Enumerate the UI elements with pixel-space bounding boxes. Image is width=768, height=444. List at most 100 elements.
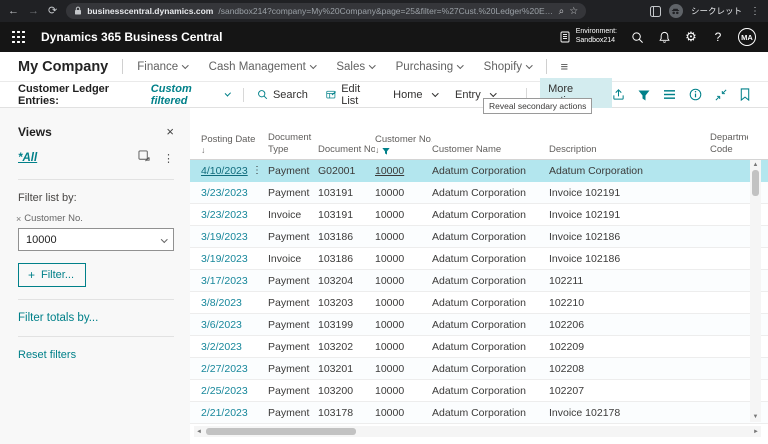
document-no-cell: 103178 [318, 406, 354, 419]
view-all-link[interactable]: *All [18, 152, 37, 164]
table-row[interactable]: 3/8/2023 ⋮ Payment 103203 10000 Adatum C… [190, 292, 768, 314]
table-row[interactable]: 3/19/2023 ⋮ Payment 103186 10000 Adatum … [190, 226, 768, 248]
table-row[interactable]: 2/25/2023 ⋮ Payment 103200 10000 Adatum … [190, 380, 768, 402]
description-cell: Adatum Corporation [549, 164, 643, 177]
customer-no-cell: 10000 [375, 406, 405, 419]
scroll-left-icon[interactable]: ◄ [194, 429, 204, 435]
table-row[interactable]: 3/2/2023 ⋮ Payment 103202 10000 Adatum C… [190, 336, 768, 358]
table-row[interactable]: 3/17/2023 ⋮ Payment 103204 10000 Adatum … [190, 270, 768, 292]
posting-date-link[interactable]: 2/21/2023 [201, 407, 248, 419]
home-menu-button[interactable]: Home [393, 89, 438, 101]
search-button[interactable]: Search [257, 89, 308, 101]
environment-text: Environment: Sandbox214 [576, 28, 617, 46]
vertical-scrollbar[interactable]: ▲ ▼ [750, 160, 761, 422]
nav-menu-item[interactable]: Sales [336, 61, 376, 73]
environment-value: Sandbox214 [575, 37, 616, 44]
posting-date-link[interactable]: 3/17/2023 [201, 275, 248, 287]
search-icon[interactable] [630, 30, 644, 44]
app-launcher-icon[interactable] [12, 30, 25, 44]
side-panel-icon[interactable] [649, 5, 661, 17]
scroll-down-icon[interactable]: ▼ [753, 412, 759, 422]
collapse-icon[interactable] [715, 89, 727, 101]
nav-menu-item[interactable]: Shopify [484, 61, 533, 73]
table-row[interactable]: 2/27/2023 ⋮ Payment 103201 10000 Adatum … [190, 358, 768, 380]
customer-name-cell: Adatum Corporation [432, 164, 526, 177]
customer-no-input[interactable] [26, 233, 157, 246]
search-button-label: Search [272, 88, 308, 101]
chevron-down-icon[interactable] [160, 235, 167, 243]
environment-switcher[interactable]: Environment: Sandbox214 [558, 28, 617, 46]
help-icon[interactable]: ? [711, 30, 725, 44]
share-icon[interactable] [612, 88, 625, 101]
scroll-up-icon[interactable]: ▲ [753, 160, 759, 170]
posting-date-link[interactable]: 3/19/2023 [201, 231, 248, 243]
bookmark-star-icon[interactable]: ☆ [569, 6, 578, 17]
address-bar[interactable]: businesscentral.dynamics.com/sandbox214?… [66, 3, 587, 19]
user-avatar[interactable]: MA [738, 28, 756, 46]
search-icon [258, 90, 268, 100]
reset-filters-link[interactable]: Reset filters [18, 349, 174, 361]
browser-forward-button[interactable]: → [28, 5, 39, 17]
horizontal-scroll-thumb[interactable] [206, 428, 356, 435]
posting-date-link[interactable]: 3/23/2023 [201, 187, 248, 199]
nav-more-icon[interactable]: ≡ [561, 59, 569, 74]
col-document-no[interactable]: Document No. [318, 144, 375, 156]
browser-refresh-button[interactable]: ⟳ [48, 5, 57, 17]
table-row[interactable]: 4/10/2023 ⋮ Payment G02001 10000 Adatum … [190, 160, 768, 182]
chevron-down-icon [489, 89, 497, 97]
filter-totals-link[interactable]: Filter totals by... [18, 312, 174, 324]
posting-date-link[interactable]: 3/6/2023 [201, 319, 242, 331]
col-posting-date[interactable]: Posting Date ↓ [201, 134, 268, 157]
table-row[interactable]: 3/19/2023 ⋮ Invoice 103186 10000 Adatum … [190, 248, 768, 270]
bookmark-icon[interactable] [740, 88, 750, 101]
list-layout-icon[interactable] [663, 89, 676, 100]
notifications-bell-icon[interactable] [657, 30, 671, 44]
posting-date-link[interactable]: 3/2/2023 [201, 341, 242, 353]
description-cell: Invoice 102186 [549, 252, 621, 265]
view-selector[interactable]: Custom filtered [151, 83, 232, 107]
col-customer-no[interactable]: Customer No. ↓ [375, 134, 432, 157]
posting-date-link[interactable]: 3/8/2023 [201, 297, 242, 309]
app-title[interactable]: Dynamics 365 Business Central [41, 30, 222, 44]
company-name[interactable]: My Company [18, 59, 108, 75]
posting-date-link[interactable]: 2/25/2023 [201, 385, 248, 397]
col-document-type[interactable]: Document Type [268, 132, 318, 156]
filter-pane: Views × *All ⋮ Filter list by: × Custome… [0, 108, 190, 444]
col-description[interactable]: Description [549, 144, 710, 156]
col-customer-name[interactable]: Customer Name [432, 144, 549, 156]
nav-menu-item[interactable]: Cash Management [209, 61, 317, 73]
save-view-icon[interactable] [138, 149, 151, 167]
settings-gear-icon[interactable]: ⚙ [684, 29, 698, 44]
edit-list-button[interactable]: Edit List [326, 83, 375, 107]
table-row[interactable]: 3/23/2023 ⋮ Payment 103191 10000 Adatum … [190, 182, 768, 204]
remove-filter-icon[interactable]: × [16, 214, 21, 224]
nav-menu-item[interactable]: Finance [137, 61, 189, 73]
posting-date-link[interactable]: 4/10/2023 [201, 165, 248, 177]
posting-date-link[interactable]: 2/27/2023 [201, 363, 248, 375]
table-row[interactable]: 3/6/2023 ⋮ Payment 103199 10000 Adatum C… [190, 314, 768, 336]
page-title[interactable]: Customer Ledger Entries: [18, 83, 137, 107]
table-row[interactable]: 2/21/2023 ⋮ Payment 103178 10000 Adatum … [190, 402, 768, 424]
nav-menu-item[interactable]: Purchasing [396, 61, 464, 73]
document-type-cell: Payment [268, 340, 310, 353]
close-icon[interactable]: × [166, 124, 174, 139]
customer-no-combobox[interactable] [18, 228, 174, 251]
posting-date-link[interactable]: 3/19/2023 [201, 253, 248, 265]
table-row[interactable]: 3/23/2023 ⋮ Invoice 103191 10000 Adatum … [190, 204, 768, 226]
customer-name-cell: Adatum Corporation [432, 252, 526, 265]
scroll-right-icon[interactable]: ► [751, 429, 761, 435]
posting-date-link[interactable]: 3/23/2023 [201, 209, 248, 221]
browser-menu-icon[interactable]: ⋮ [750, 6, 760, 17]
page-zoom-icon[interactable]: ⌕ [559, 6, 565, 17]
filter-icon[interactable] [638, 89, 650, 101]
col-department-code[interactable]: Departme Code [710, 132, 748, 156]
row-menu-icon[interactable]: ⋮ [252, 165, 262, 176]
browser-back-button[interactable]: ← [8, 5, 19, 17]
vertical-scroll-thumb[interactable] [752, 170, 759, 196]
description-cell: 102206 [549, 318, 585, 331]
horizontal-scrollbar[interactable]: ◄ ► [194, 426, 761, 437]
add-filter-button[interactable]: + Filter... [18, 263, 87, 287]
view-options-dots-icon[interactable]: ⋮ [163, 152, 174, 165]
info-icon[interactable] [689, 88, 702, 101]
document-no-cell: 103203 [318, 296, 354, 309]
